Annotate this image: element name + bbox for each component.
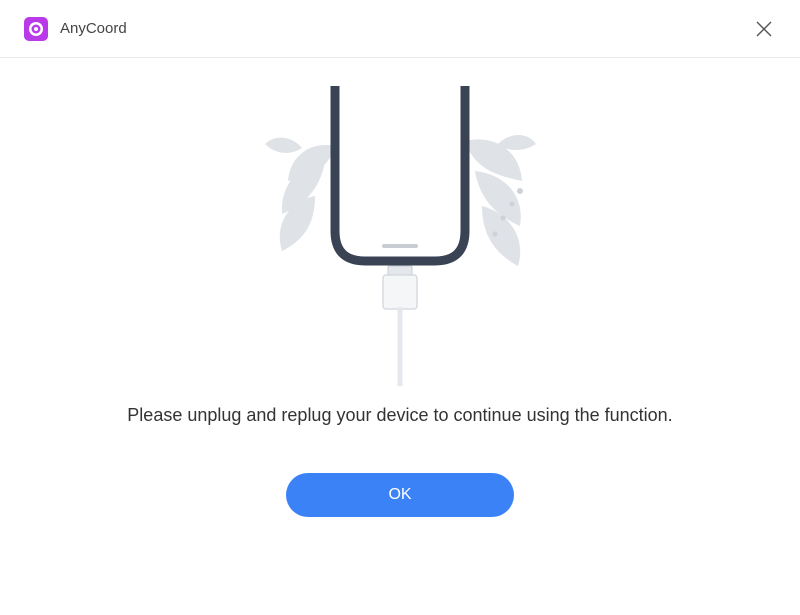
ok-button[interactable]: OK (286, 473, 514, 517)
device-unplug-illustration (220, 86, 580, 386)
app-title: AnyCoord (60, 20, 127, 37)
dialog-message: Please unplug and replug your device to … (127, 402, 672, 429)
titlebar-left: AnyCoord (24, 17, 127, 41)
ok-button-label: OK (388, 486, 411, 504)
titlebar: AnyCoord (0, 0, 800, 58)
close-icon (756, 21, 772, 37)
app-icon (24, 17, 48, 41)
app-window: AnyCoord (0, 0, 800, 615)
dialog-content: Please unplug and replug your device to … (0, 58, 800, 615)
close-button[interactable] (752, 17, 776, 41)
